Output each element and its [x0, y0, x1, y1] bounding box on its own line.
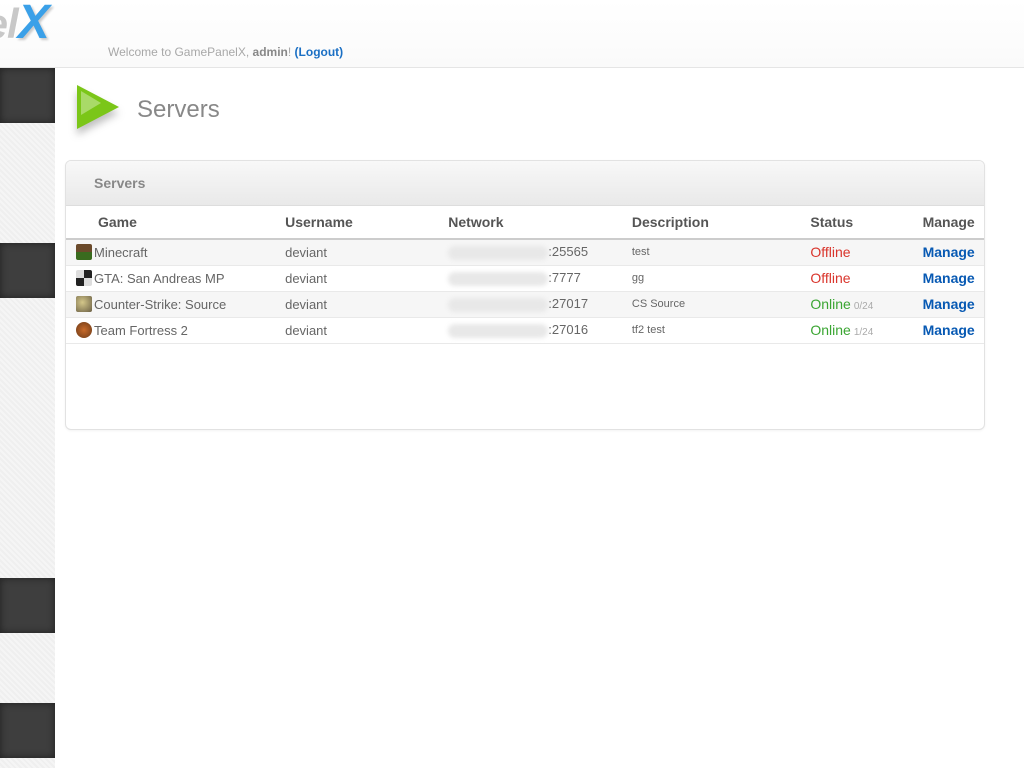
cell-game: GTA: San Andreas MP [66, 265, 275, 291]
cell-manage: Manage [913, 317, 984, 343]
player-count: 0/24 [854, 301, 873, 312]
col-network: Network [438, 206, 622, 239]
col-game: Game [66, 206, 275, 239]
cell-status: Offline [800, 239, 912, 265]
status-badge: Online [810, 322, 850, 338]
cell-network: :27017 [438, 291, 622, 317]
player-count: 1/24 [854, 327, 873, 338]
welcome-text: Welcome to GamePanelX, admin! (Logout) [108, 45, 343, 59]
logo: nelX [0, 0, 49, 50]
top-bar: nelX Welcome to GamePanelX, admin! (Logo… [0, 0, 1024, 68]
ip-redacted [448, 298, 548, 312]
col-description: Description [622, 206, 801, 239]
cell-username: deviant [275, 239, 438, 265]
cell-game: Minecraft [66, 239, 275, 265]
status-badge: Offline [810, 270, 850, 286]
logo-x: X [18, 0, 49, 49]
logo-text: nel [0, 0, 18, 47]
cell-network: :25565 [438, 239, 622, 265]
table-row: Counter-Strike: Source deviant :27017 CS So… [66, 291, 984, 317]
cell-username: deviant [275, 291, 438, 317]
cell-status: Online 0/24 [800, 291, 912, 317]
manage-link[interactable]: Manage [923, 244, 975, 260]
cell-network: :27016 [438, 317, 622, 343]
table-header-row: Game Username Network Description Status… [66, 206, 984, 239]
ip-redacted [448, 246, 548, 260]
cell-game: Counter-Strike: Source [66, 291, 275, 317]
cell-manage: Manage [913, 291, 984, 317]
port: :27016 [548, 322, 588, 337]
status-badge: Online [810, 296, 850, 312]
table-row: GTA: San Andreas MP deviant :7777 gg Offline… [66, 265, 984, 291]
cell-description: test [622, 239, 801, 265]
col-manage: Manage [913, 206, 984, 239]
cell-status: Offline [800, 265, 912, 291]
port: :27017 [548, 296, 588, 311]
manage-link[interactable]: Manage [923, 296, 975, 312]
sidebar-item-3[interactable] [0, 578, 55, 633]
sidebar-item-1[interactable] [0, 68, 55, 123]
game-name: Minecraft [94, 245, 147, 260]
game-name: Counter-Strike: Source [94, 297, 226, 312]
cell-manage: Manage [913, 265, 984, 291]
table-row: Minecraft deviant :25565 test Offline Manage [66, 239, 984, 265]
cell-description: gg [622, 265, 801, 291]
ip-redacted [448, 272, 548, 286]
game-name: GTA: San Andreas MP [94, 271, 225, 286]
cell-username: deviant [275, 317, 438, 343]
port: :7777 [548, 270, 581, 285]
col-username: Username [275, 206, 438, 239]
cell-description: CS Source [622, 291, 801, 317]
game-icon [76, 244, 92, 260]
port: :25565 [548, 244, 588, 259]
logout-link[interactable]: (Logout) [295, 45, 344, 59]
page-header: Servers [65, 80, 985, 140]
sidebar-item-4[interactable] [0, 703, 55, 758]
cell-manage: Manage [913, 239, 984, 265]
game-icon [76, 270, 92, 286]
status-badge: Offline [810, 244, 850, 260]
servers-panel: Servers Game Username Network Descriptio… [65, 160, 985, 430]
cell-status: Online 1/24 [800, 317, 912, 343]
panel-header: Servers [66, 161, 984, 206]
manage-link[interactable]: Manage [923, 322, 975, 338]
sidebar-item-2[interactable] [0, 243, 55, 298]
page-title: Servers [137, 96, 220, 124]
table-row: Team Fortress 2deviant:27016tf2 testOnli… [66, 317, 984, 343]
game-icon [76, 296, 92, 312]
col-status: Status [800, 206, 912, 239]
ip-redacted [448, 324, 548, 338]
current-user: admin [253, 45, 288, 59]
sidebar [0, 68, 55, 768]
main-content: Servers Servers Game Username Network De… [65, 80, 985, 430]
play-icon [67, 80, 127, 140]
cell-username: deviant [275, 265, 438, 291]
servers-table: Game Username Network Description Status… [66, 206, 984, 344]
cell-game: Team Fortress 2 [66, 317, 275, 343]
game-name: Team Fortress 2 [94, 323, 188, 338]
game-icon [76, 322, 92, 338]
manage-link[interactable]: Manage [923, 270, 975, 286]
cell-network: :7777 [438, 265, 622, 291]
cell-description: tf2 test [622, 317, 801, 343]
